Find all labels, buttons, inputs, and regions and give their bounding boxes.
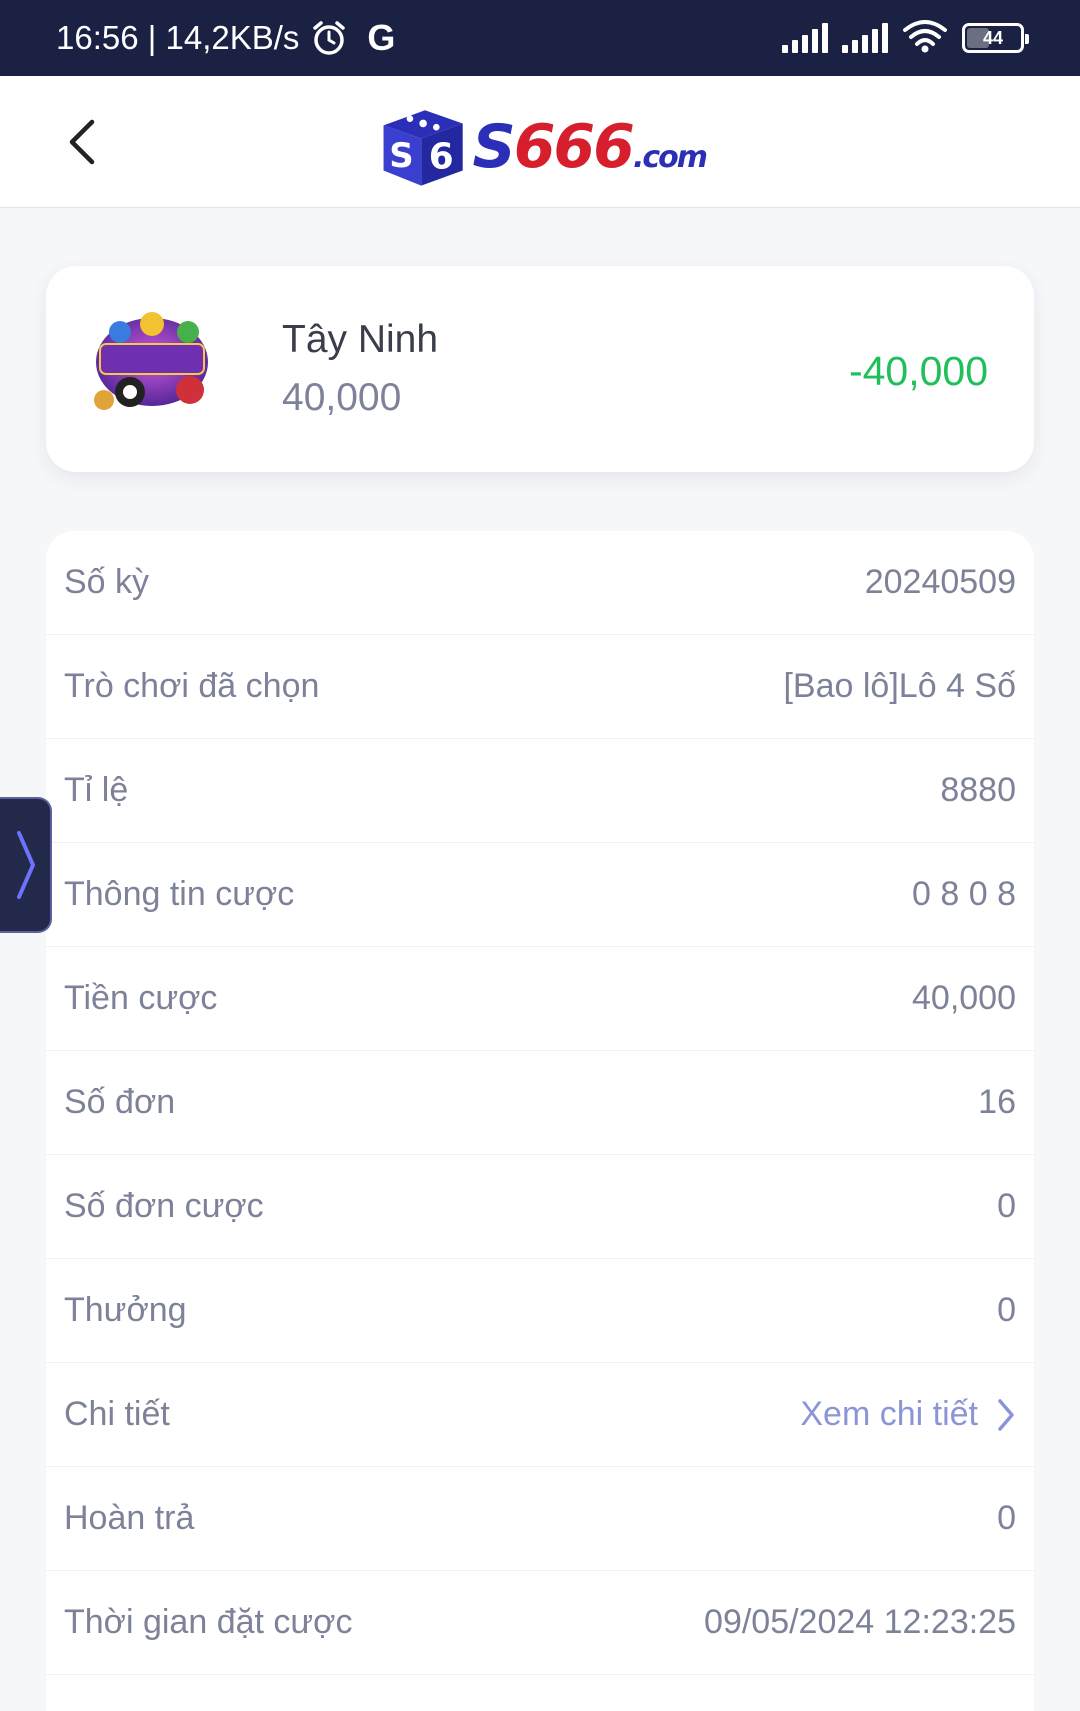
detail-label: Trò chơi đã chọn: [64, 667, 320, 705]
detail-value: 16: [978, 1083, 1016, 1121]
svg-text:S: S: [389, 136, 413, 175]
detail-row-bet-time: Thời gian đặt cược 09/05/2024 12:23:25: [46, 1571, 1034, 1675]
detail-label: Thưởng: [64, 1291, 187, 1329]
detail-label: Hoàn trả: [64, 1499, 195, 1537]
detail-value: [Bao lô]Lô 4 Số: [783, 667, 1016, 705]
view-details-link[interactable]: Xem chi tiết: [800, 1395, 1016, 1434]
battery-icon: 44: [962, 23, 1029, 53]
detail-value: 40,000: [912, 979, 1016, 1017]
logo-wordmark: S666.com: [472, 112, 708, 182]
game-stake: 40,000: [282, 376, 402, 419]
detail-value: 0 8 0 8: [912, 875, 1016, 913]
s666-logo: S 6 S666.com: [376, 102, 708, 192]
bet-detail-list: Số kỳ 20240509 Trò chơi đã chọn [Bao lô]…: [46, 531, 1034, 1711]
wifi-icon: [902, 19, 948, 58]
signal-icon: [842, 23, 888, 53]
chevron-right-icon: [998, 1398, 1014, 1431]
view-details-label: Xem chi tiết: [800, 1395, 978, 1433]
back-button[interactable]: [52, 112, 112, 172]
google-icon: G: [367, 17, 396, 58]
detail-value: 0: [997, 1187, 1016, 1225]
status-left: 16:56 | 14,2KB/s G: [56, 17, 395, 59]
side-drawer-toggle[interactable]: [0, 797, 52, 933]
detail-label: Tiền cược: [64, 979, 218, 1017]
detail-value: 0: [997, 1499, 1016, 1537]
bet-summary-card: Tây Ninh 40,000 -40,000: [46, 266, 1034, 472]
detail-label: Thời gian đặt cược: [64, 1603, 353, 1641]
detail-value: 09/05/2024 12:23:25: [704, 1603, 1016, 1641]
detail-label: Số đơn cược: [64, 1187, 264, 1225]
detail-value: 0: [997, 1291, 1016, 1329]
detail-label: Thông tin cược: [64, 875, 295, 913]
tay-ninh-game-icon: [94, 312, 208, 410]
status-bar: 16:56 | 14,2KB/s G 44: [0, 0, 1080, 76]
dice-logo-icon: S 6: [383, 110, 463, 186]
detail-row-orders: Số đơn 16: [46, 1051, 1034, 1155]
chevron-right-icon: [17, 831, 35, 899]
svg-text:6: 6: [429, 137, 454, 178]
detail-value: 8880: [940, 771, 1016, 809]
app-header: S 6 S666.com: [0, 76, 1080, 208]
detail-row-bet-info: Thông tin cược 0 8 0 8: [46, 843, 1034, 947]
game-result: -40,000: [848, 348, 988, 394]
detail-row-period: Số kỳ 20240509: [46, 531, 1034, 635]
detail-row-prize: Thưởng 0: [46, 1259, 1034, 1363]
detail-row-stake: Tiền cược 40,000: [46, 947, 1034, 1051]
signal-icon: [782, 23, 828, 53]
detail-label: Số đơn: [64, 1083, 176, 1121]
detail-label: Tỉ lệ: [64, 771, 129, 809]
detail-label: Số kỳ: [64, 563, 150, 601]
alarm-icon: [309, 18, 349, 58]
detail-row-game: Trò chơi đã chọn [Bao lô]Lô 4 Số: [46, 635, 1034, 739]
detail-label: Chi tiết: [64, 1395, 170, 1433]
detail-row-refund: Hoàn trả 0: [46, 1467, 1034, 1571]
detail-row-winning-orders: Số đơn cược 0: [46, 1155, 1034, 1259]
status-right: 44: [782, 19, 1029, 58]
battery-level: 44: [982, 27, 1004, 48]
detail-row-odds: Tỉ lệ 8880: [46, 739, 1034, 843]
chevron-left-icon: [69, 119, 95, 165]
detail-row-details: Chi tiết Xem chi tiết: [46, 1363, 1034, 1467]
game-name: Tây Ninh: [282, 318, 439, 361]
detail-value: 20240509: [864, 563, 1016, 601]
status-time: 16:56 | 14,2KB/s: [56, 19, 300, 56]
